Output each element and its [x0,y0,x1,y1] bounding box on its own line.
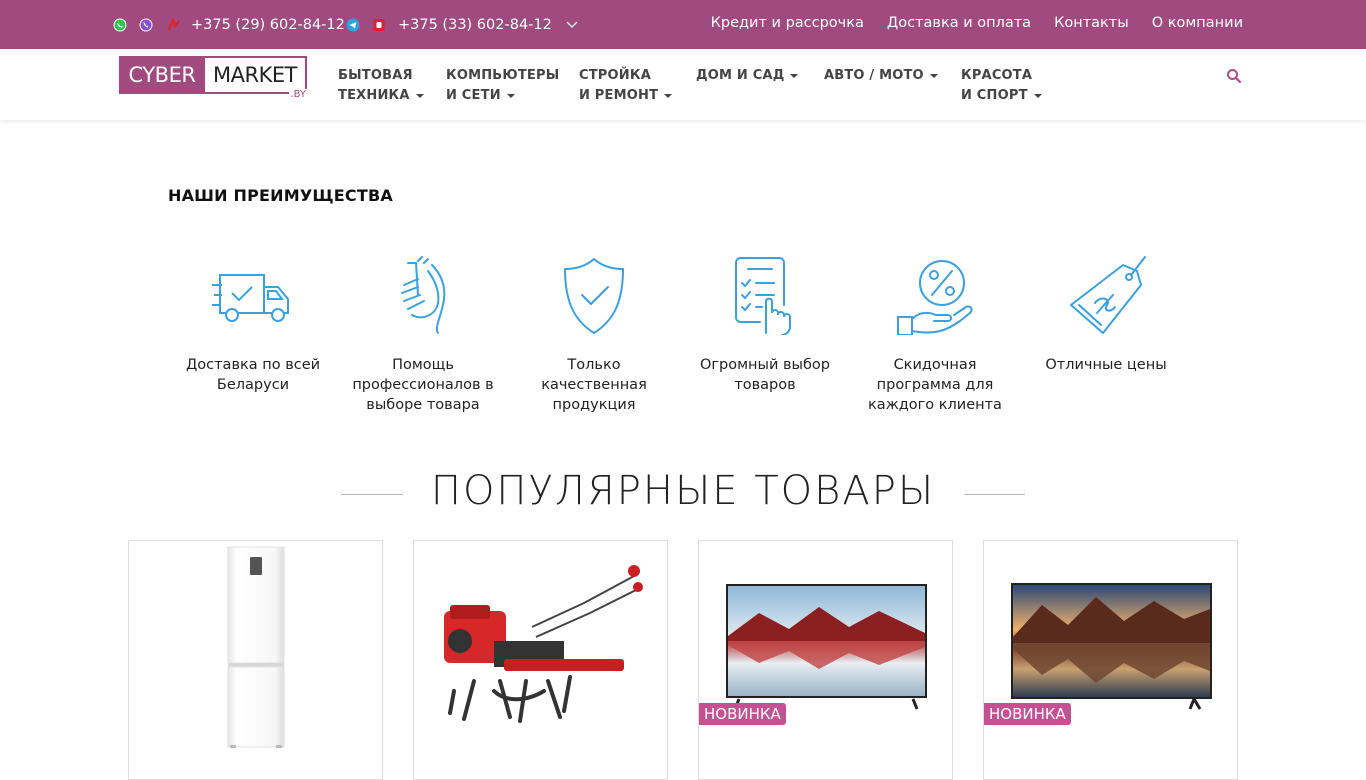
caret-down-icon [415,93,424,98]
product-card[interactable] [413,540,668,780]
price-tag-icon [1070,256,1146,334]
caret-down-icon [790,73,799,78]
product-card[interactable]: НОВИНКА [698,540,953,780]
advantage-label: Скидочная программа для каждого клиента [868,357,1002,413]
checklist-icon [735,257,791,335]
title-divider-right [964,494,1025,495]
advantage-prices: Отличные цены [1031,255,1181,375]
caret-down-icon [506,93,515,98]
main-header: CYBER MARKET .BY Бытовая техника Компьют… [0,49,1366,120]
delivery-link[interactable]: Доставка и оплата [887,15,1031,31]
logo-part-cyber: CYBER [119,56,205,94]
contact-phone-2: +375 (33) 602-84-12 [346,0,578,49]
new-badge: НОВИНКА [984,703,1071,725]
advantage-discount: Скидочная программа для каждого клиента [860,255,1010,415]
advantage-quality: Только качественная продукция [519,255,669,415]
new-badge: НОВИНКА [699,703,786,725]
chevron-down-icon[interactable] [566,19,578,31]
advantage-choice: Огромный выбор товаров [690,255,840,395]
advantage-help: Помощь профессионалов в выборе товара [348,255,498,415]
discount-hand-icon [897,260,973,335]
nav-construction[interactable]: Стройка и ремонт [579,66,673,106]
caret-down-icon [664,93,673,98]
contacts-link[interactable]: Контакты [1054,15,1129,31]
handshake-icon [401,256,446,334]
advantage-label: Только качественная продукция [541,357,647,413]
nav-beauty-sport[interactable]: Красота и спорт [961,66,1042,106]
top-bar: +375 (29) 602-84-12 +375 (33) 602-84-12 … [0,0,1366,49]
phone-number-2[interactable]: +375 (33) 602-84-12 [398,17,552,33]
nav-computers[interactable]: Компьютеры и сети [446,66,559,106]
about-link[interactable]: О компании [1152,15,1243,31]
contact-phone-1: +375 (29) 602-84-12 [113,0,345,49]
site-logo[interactable]: CYBER MARKET .BY [119,56,309,102]
advantages-title: НАШИ ПРЕИМУЩЕСТВА [168,186,393,205]
mts-icon[interactable] [167,17,181,32]
logo-tld: .BY [289,89,307,100]
quality-shield-icon [564,258,624,334]
product-image-cultivator[interactable] [414,541,667,769]
product-card[interactable] [128,540,383,780]
search-icon[interactable] [1226,68,1242,84]
product-image-tv[interactable] [699,541,952,769]
nav-home-garden[interactable]: Дом и сад [696,66,799,86]
phone-number-1[interactable]: +375 (29) 602-84-12 [191,17,345,33]
product-card[interactable]: НОВИНКА [983,540,1238,780]
product-image-fridge[interactable] [129,541,382,769]
credit-link[interactable]: Кредит и рассрочка [711,15,864,31]
telegram-icon[interactable] [346,18,360,32]
delivery-truck-icon [212,274,289,322]
whatsapp-icon[interactable] [113,18,127,32]
popular-title: ПОПУЛЯРНЫЕ ТОВАРЫ [430,468,936,514]
caret-down-icon [1033,93,1042,98]
advantage-label: Помощь профессионалов в выборе товара [352,357,494,413]
advantage-delivery: Доставка по всей Беларуси [178,255,328,395]
product-image-tv[interactable] [984,541,1237,769]
advantage-label: Отличные цены [1045,357,1167,373]
viber-icon[interactable] [139,18,153,32]
top-links: Кредит и рассрочка Доставка и оплата Кон… [711,0,1243,46]
nav-auto-moto[interactable]: Авто / Мото [824,66,938,86]
a1-icon[interactable] [373,18,385,32]
caret-down-icon [929,73,938,78]
nav-appliances[interactable]: Бытовая техника [338,66,424,106]
advantage-label: Огромный выбор товаров [699,357,831,393]
advantage-label: Доставка по всей Беларуси [185,357,321,393]
